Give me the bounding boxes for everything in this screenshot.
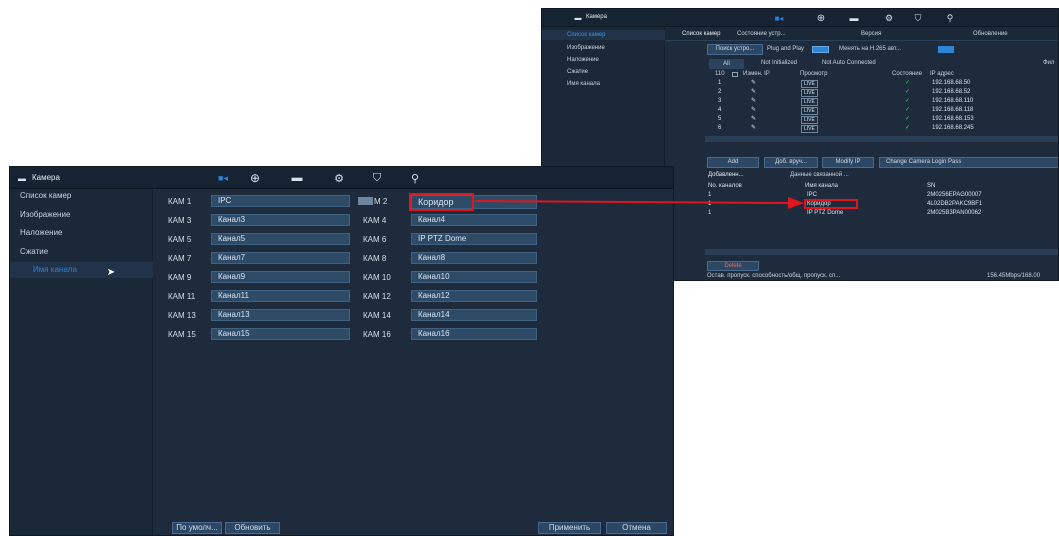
- annotation-arrow: [474, 197, 804, 209]
